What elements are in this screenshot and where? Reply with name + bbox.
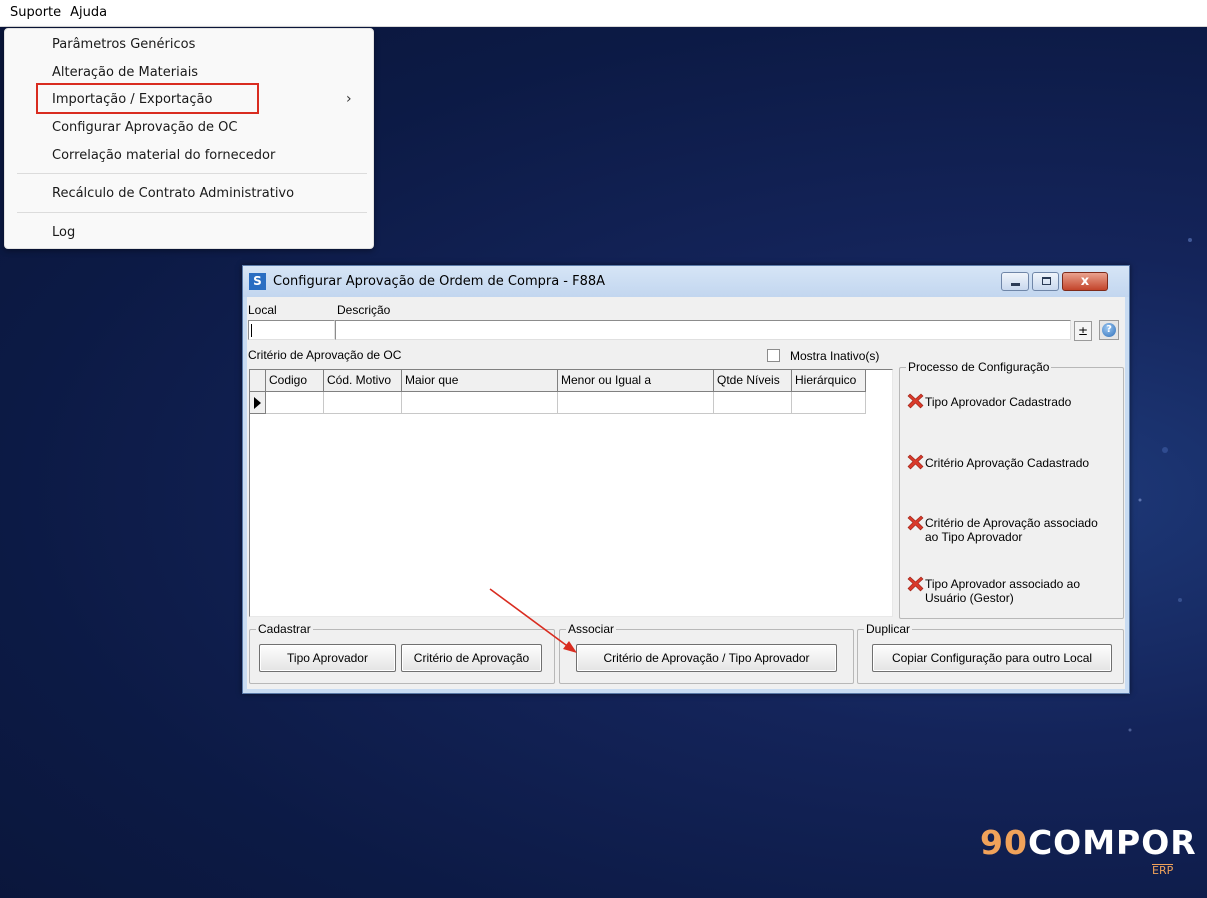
close-icon: x [1080, 274, 1090, 289]
column-header-maior-que[interactable]: Maior que [402, 370, 558, 392]
associar-group: Associar Critério de Aprovação / Tipo Ap… [559, 622, 854, 684]
menu-bar: Suporte Ajuda [0, 0, 1207, 27]
menu-item-alteracao-materiais[interactable]: Alteração de Materiais [52, 64, 198, 81]
local-label: Local [248, 303, 277, 317]
minimize-icon [1011, 283, 1020, 286]
menu-item-parametros-genericos[interactable]: Parâmetros Genéricos [52, 36, 195, 53]
processo-configuracao-group: Processo de Configuração Tipo Aprovador … [899, 360, 1124, 619]
window-titlebar[interactable]: S Configurar Aprovação de Ordem de Compr… [243, 266, 1129, 297]
logo-word: COMPOR [1027, 823, 1197, 862]
descricao-label: Descrição [337, 303, 391, 317]
menu-item-configurar-aprovacao-oc[interactable]: Configurar Aprovação de OC [52, 119, 237, 136]
local-input[interactable] [248, 320, 335, 340]
help-icon: ? [1102, 323, 1116, 337]
status-label: Usuário (Gestor) [925, 591, 1014, 605]
associar-title: Associar [566, 622, 617, 636]
descricao-input[interactable] [335, 320, 1071, 340]
logo-wordmark: 90COMPOR [980, 823, 1197, 862]
menu-item-log[interactable]: Log [52, 224, 75, 241]
maximize-icon [1042, 277, 1051, 285]
status-label: Tipo Aprovador associado ao [925, 577, 1080, 591]
configurar-aprovacao-window: S Configurar Aprovação de Ordem de Compr… [242, 265, 1130, 694]
help-button[interactable]: ? [1099, 320, 1119, 340]
cadastrar-title: Cadastrar [256, 622, 313, 636]
column-header-codigo[interactable]: Codigo [266, 370, 324, 392]
chevron-right-icon: › [346, 91, 352, 107]
highlight-box [36, 83, 259, 114]
status-label: Tipo Aprovador Cadastrado [925, 395, 1072, 409]
duplicar-title: Duplicar [864, 622, 913, 636]
logo-number: 90 [980, 823, 1028, 862]
app-icon: S [249, 273, 266, 290]
menu-ajuda[interactable]: Ajuda [66, 0, 112, 21]
dropdown-lookup-icon[interactable]: ± [1074, 321, 1092, 341]
copiar-configuracao-button[interactable]: Copiar Configuração para outro Local [872, 644, 1112, 672]
close-button[interactable]: x [1062, 272, 1108, 291]
maximize-button[interactable] [1032, 272, 1059, 291]
red-x-icon [907, 515, 924, 531]
mostra-inativo-label: Mostra Inativo(s) [790, 349, 880, 363]
column-header-hierarquico[interactable]: Hierárquico [792, 370, 866, 392]
menu-separator [17, 173, 367, 174]
grid-cell[interactable] [324, 392, 402, 414]
menu-separator [17, 212, 367, 213]
red-x-icon [907, 393, 924, 409]
row-indicator [250, 392, 266, 414]
grid-title: Critério de Aprovação de OC [248, 348, 402, 362]
column-header-cod-motivo[interactable]: Cód. Motivo [324, 370, 402, 392]
red-x-icon [907, 454, 924, 470]
mostra-inativo-checkbox[interactable] [767, 349, 780, 362]
criterio-tipo-aprovador-button[interactable]: Critério de Aprovação / Tipo Aprovador [576, 644, 837, 672]
grid-cell[interactable] [402, 392, 558, 414]
status-label: Critério Aprovação Cadastrado [925, 456, 1090, 470]
menu-suporte[interactable]: Suporte [0, 0, 66, 21]
column-header-qtde-niveis[interactable]: Qtde Níveis [714, 370, 792, 392]
text-caret [251, 324, 252, 337]
column-header-menor-igual[interactable]: Menor ou Igual a [558, 370, 714, 392]
suporte-dropdown-menu: Parâmetros Genéricos Alteração de Materi… [4, 28, 374, 249]
grid-corner [250, 370, 266, 392]
company-logo: 90COMPOR ERP [980, 823, 1196, 883]
criterio-aprovacao-button[interactable]: Critério de Aprovação [401, 644, 542, 672]
grid-cell[interactable] [714, 392, 792, 414]
red-x-icon [907, 576, 924, 592]
criterio-aprovacao-grid[interactable]: Codigo Cód. Motivo Maior que Menor ou Ig… [249, 369, 893, 617]
status-label: Critério de Aprovação associado [925, 516, 1098, 530]
window-client-area: Local Descrição ± ? Critério de Aprovaçã… [247, 297, 1125, 689]
cadastrar-group: Cadastrar Tipo Aprovador Critério de Apr… [249, 622, 555, 684]
grid-cell[interactable] [266, 392, 324, 414]
duplicar-group: Duplicar Copiar Configuração para outro … [857, 622, 1124, 684]
tipo-aprovador-button[interactable]: Tipo Aprovador [259, 644, 396, 672]
grid-cell[interactable] [558, 392, 714, 414]
window-title: Configurar Aprovação de Ordem de Compra … [273, 274, 606, 289]
menu-item-recalculo-contrato[interactable]: Recálculo de Contrato Administrativo [52, 185, 294, 202]
minimize-button[interactable] [1001, 272, 1029, 291]
menu-item-correlacao-material[interactable]: Correlação material do fornecedor [52, 147, 275, 164]
status-label: ao Tipo Aprovador [925, 530, 1023, 544]
logo-suffix: ERP [1152, 864, 1174, 877]
grid-cell[interactable] [792, 392, 866, 414]
row-pointer-icon [254, 397, 261, 409]
processo-configuracao-title: Processo de Configuração [906, 360, 1052, 374]
